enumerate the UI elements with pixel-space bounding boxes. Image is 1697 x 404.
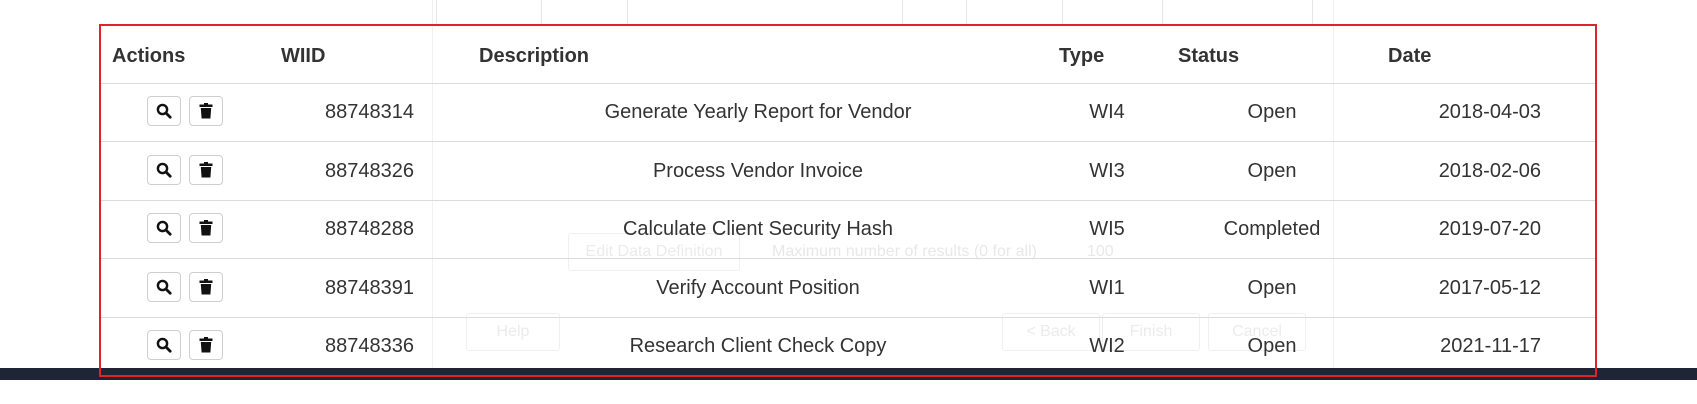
column-header-status[interactable]: Status xyxy=(1178,45,1239,68)
search-icon xyxy=(156,162,172,178)
delete-button[interactable] xyxy=(189,96,223,126)
view-button[interactable] xyxy=(147,213,181,243)
cell-date: 2017-05-12 xyxy=(1438,276,1541,299)
cell-type: WI2 xyxy=(1089,335,1125,357)
cell-description: Calculate Client Security Hash xyxy=(622,218,894,240)
trash-icon xyxy=(199,103,213,119)
table-row[interactable]: 88748288 Calculate Client Security Hash WI… xyxy=(101,200,1595,259)
work-items-table: Actions WIID Description Type Status Dat… xyxy=(99,24,1597,377)
cell-status: Open xyxy=(1247,101,1297,123)
view-button[interactable] xyxy=(147,96,181,126)
cell-description: Generate Yearly Report for Vendor xyxy=(604,101,912,123)
table-row[interactable]: 88748314 Generate Yearly Report for Vendo… xyxy=(101,83,1595,142)
cell-wiid: 88748288 xyxy=(325,218,414,240)
cell-date: 2021-11-17 xyxy=(1440,335,1541,357)
column-header-type[interactable]: Type xyxy=(1059,45,1104,68)
cell-type: WI3 xyxy=(1089,159,1125,182)
table-header-row: Actions WIID Description Type Status Dat… xyxy=(101,26,1595,84)
search-icon xyxy=(156,220,172,236)
search-icon xyxy=(156,337,172,353)
cell-type: WI5 xyxy=(1089,218,1125,240)
cell-wiid: 88748336 xyxy=(325,335,414,357)
view-button[interactable] xyxy=(147,271,181,302)
table-row[interactable]: 88748391 Verify Account Position WI1 Open 20… xyxy=(101,259,1595,318)
cell-description: Verify Account Position xyxy=(656,276,860,299)
cell-status: Open xyxy=(1247,276,1297,299)
cell-date: 2019-07-20 xyxy=(1438,218,1541,240)
cell-date: 2018-02-06 xyxy=(1438,159,1541,182)
cell-wiid: 88748314 xyxy=(325,101,414,123)
cell-description: Process Vendor Invoice xyxy=(652,159,864,182)
delete-button[interactable] xyxy=(189,213,223,243)
cell-wiid: 88748326 xyxy=(325,159,414,182)
cell-status: Open xyxy=(1247,335,1297,357)
column-header-date[interactable]: Date xyxy=(1388,45,1431,68)
trash-icon xyxy=(199,220,213,236)
trash-icon xyxy=(199,278,213,295)
view-button[interactable] xyxy=(147,330,181,360)
cell-status: Open xyxy=(1247,159,1297,182)
cell-date: 2018-04-03 xyxy=(1438,101,1541,123)
cell-wiid: 88748391 xyxy=(325,276,414,299)
trash-icon xyxy=(199,161,213,178)
column-header-description[interactable]: Description xyxy=(479,45,589,68)
cell-status: Completed xyxy=(1223,218,1321,240)
delete-button[interactable] xyxy=(189,271,223,302)
table-row[interactable]: 88748336 Research Client Check Copy WI2 Ope… xyxy=(101,317,1595,375)
search-icon xyxy=(156,279,172,295)
cell-description: Research Client Check Copy xyxy=(629,335,887,357)
column-header-actions: Actions xyxy=(112,45,186,67)
table-row[interactable]: 88748326 Process Vendor Invoice WI3 Open 201… xyxy=(101,142,1595,201)
cell-type: WI4 xyxy=(1089,101,1125,123)
column-header-wiid[interactable]: WIID xyxy=(281,45,325,68)
delete-button[interactable] xyxy=(189,330,223,360)
delete-button[interactable] xyxy=(189,154,223,185)
view-button[interactable] xyxy=(147,154,181,185)
trash-icon xyxy=(199,337,213,353)
search-icon xyxy=(156,103,172,119)
cell-type: WI1 xyxy=(1089,276,1125,299)
